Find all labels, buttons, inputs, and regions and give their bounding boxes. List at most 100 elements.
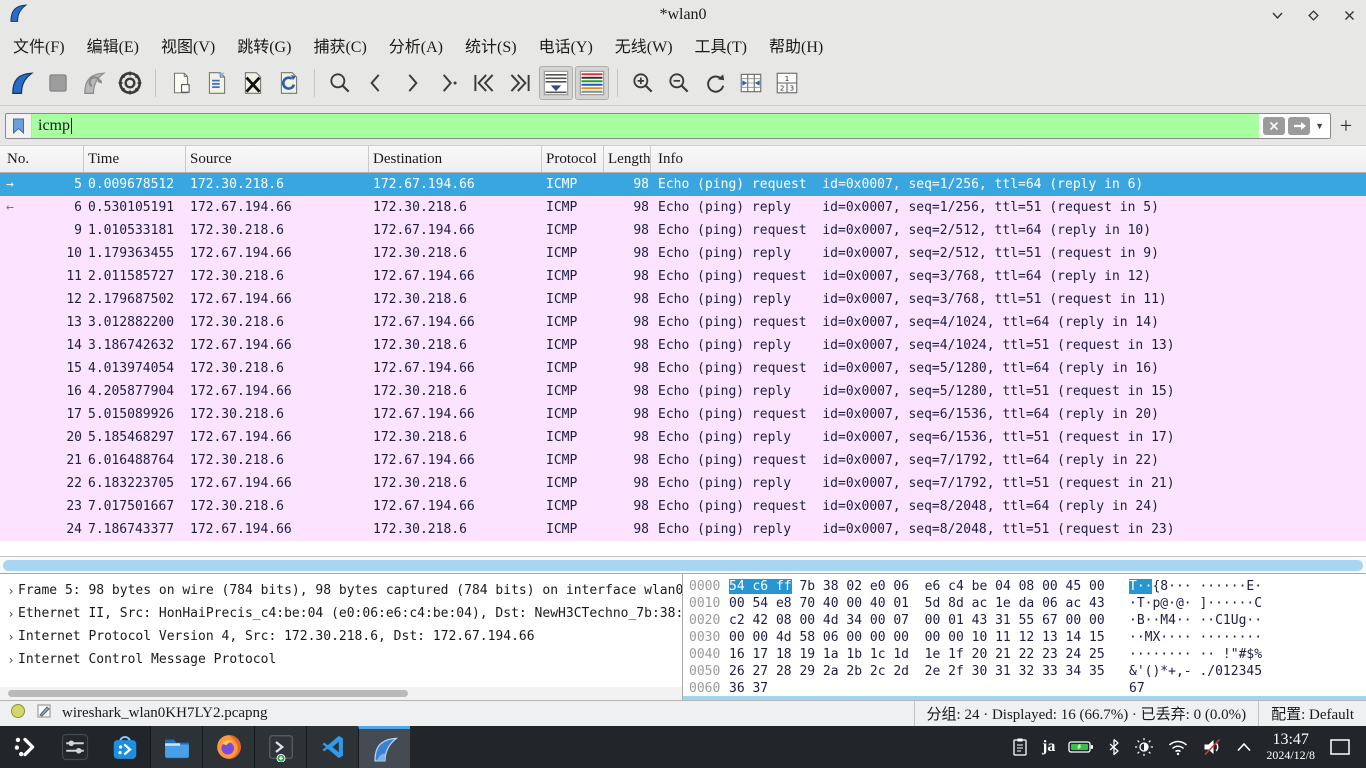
- show-desktop-button[interactable]: [1328, 738, 1352, 756]
- wifi-icon[interactable]: [1167, 738, 1189, 756]
- volume-muted-icon[interactable]: [1202, 738, 1222, 756]
- menu-item-6[interactable]: 统计(S): [454, 30, 528, 60]
- packet-list-hscrollbar[interactable]: [0, 556, 1366, 573]
- go-back-button[interactable]: [359, 66, 393, 100]
- packet-row-17[interactable]: 175.015089926172.30.218.6172.67.194.66IC…: [0, 403, 1366, 426]
- detail-line-2[interactable]: ›Internet Protocol Version 4, Src: 172.3…: [0, 625, 682, 648]
- menu-item-9[interactable]: 工具(T): [684, 30, 758, 60]
- control-center-button[interactable]: [50, 726, 100, 768]
- find-packet-button[interactable]: [323, 66, 357, 100]
- hex-row-0020[interactable]: 0020c2 42 08 00 4d 34 00 07 00 01 43 31 …: [683, 612, 1366, 629]
- resize-columns-button[interactable]: [734, 66, 768, 100]
- capture-options-button[interactable]: [113, 66, 147, 100]
- go-first-packet-button[interactable]: [467, 66, 501, 100]
- file-manager-button[interactable]: [150, 726, 202, 768]
- scrollbar-thumb[interactable]: [3, 560, 1363, 571]
- scrollbar-thumb[interactable]: [8, 690, 408, 697]
- menu-item-4[interactable]: 捕获(C): [302, 30, 377, 60]
- hex-row-0050[interactable]: 005026 27 28 29 2a 2b 2c 2d 2e 2f 30 31 …: [683, 663, 1366, 680]
- packet-row-24[interactable]: 247.186743377172.67.194.66172.30.218.6IC…: [0, 518, 1366, 541]
- colorize-toggle-button[interactable]: [575, 66, 609, 100]
- packet-row-6[interactable]: ←60.530105191172.67.194.66172.30.218.6IC…: [0, 196, 1366, 219]
- detail-line-3[interactable]: ›Internet Control Message Protocol: [0, 648, 682, 671]
- details-hscrollbar[interactable]: [0, 687, 682, 700]
- filter-apply-button[interactable]: [1288, 117, 1310, 135]
- menu-item-10[interactable]: 帮助(H): [758, 30, 834, 60]
- close-button[interactable]: [1338, 4, 1360, 26]
- hex-row-0010[interactable]: 001000 54 e8 70 40 00 40 01 5d 8d ac 1e …: [683, 595, 1366, 612]
- layout-chooser-button[interactable]: 123: [770, 66, 804, 100]
- menu-item-5[interactable]: 分析(A): [378, 30, 454, 60]
- display-filter-input[interactable]: icmp ▼: [5, 113, 1331, 139]
- start-capture-button[interactable]: [5, 66, 39, 100]
- packet-row-23[interactable]: 237.017501667172.30.218.6172.67.194.66IC…: [0, 495, 1366, 518]
- launcher-button[interactable]: [0, 726, 50, 768]
- brightness-icon[interactable]: [1134, 737, 1154, 757]
- column-header-destination[interactable]: Destination: [369, 146, 542, 172]
- expand-chevron-icon[interactable]: ›: [4, 653, 18, 667]
- go-forward-button[interactable]: [395, 66, 429, 100]
- expert-info-icon[interactable]: [10, 703, 26, 724]
- autoscroll-toggle-button[interactable]: [539, 66, 573, 100]
- maximize-button[interactable]: [1302, 4, 1324, 26]
- packet-row-12[interactable]: 122.179687502172.67.194.66172.30.218.6IC…: [0, 288, 1366, 311]
- hex-row-0030[interactable]: 003000 00 4d 58 06 00 00 00 00 00 10 11 …: [683, 629, 1366, 646]
- zoom-reset-button[interactable]: [698, 66, 732, 100]
- menu-item-0[interactable]: 文件(F): [2, 30, 76, 60]
- filter-add-button[interactable]: +: [1331, 113, 1361, 139]
- filter-clear-button[interactable]: [1263, 117, 1285, 135]
- bytes-hscrollbar[interactable]: [683, 696, 1366, 700]
- packet-row-9[interactable]: 91.010533181172.30.218.6172.67.194.66ICM…: [0, 219, 1366, 242]
- detail-line-1[interactable]: ›Ethernet II, Src: HonHaiPrecis_c4:be:04…: [0, 602, 682, 625]
- expand-chevron-icon[interactable]: ›: [4, 630, 18, 644]
- menu-item-2[interactable]: 视图(V): [150, 30, 226, 60]
- packet-row-21[interactable]: 216.016488764172.30.218.6172.67.194.66IC…: [0, 449, 1366, 472]
- go-to-packet-button[interactable]: [431, 66, 465, 100]
- hex-row-0040[interactable]: 004016 17 18 19 1a 1b 1c 1d 1e 1f 20 21 …: [683, 646, 1366, 663]
- clipboard-icon[interactable]: [1011, 737, 1029, 757]
- battery-icon[interactable]: [1068, 739, 1094, 755]
- firefox-button[interactable]: [202, 726, 254, 768]
- packet-row-20[interactable]: 205.185468297172.67.194.66172.30.218.6IC…: [0, 426, 1366, 449]
- close-file-button[interactable]: [236, 66, 270, 100]
- menu-item-8[interactable]: 无线(W): [604, 30, 684, 60]
- packet-row-16[interactable]: 164.205877904172.67.194.66172.30.218.6IC…: [0, 380, 1366, 403]
- column-header-source[interactable]: Source: [186, 146, 369, 172]
- column-header-no[interactable]: No.: [0, 146, 84, 172]
- filter-bookmark-icon[interactable]: [6, 114, 32, 138]
- taskbar-clock[interactable]: 13:47 2024/12/8: [1266, 732, 1315, 761]
- vscode-button[interactable]: [306, 726, 358, 768]
- column-header-time[interactable]: Time: [84, 146, 186, 172]
- expand-chevron-icon[interactable]: ›: [4, 584, 18, 598]
- detail-line-0[interactable]: ›Frame 5: 98 bytes on wire (784 bits), 9…: [0, 579, 682, 602]
- packet-row-5[interactable]: →50.009678512172.30.218.6172.67.194.66IC…: [0, 173, 1366, 196]
- column-header-protocol[interactable]: Protocol: [542, 146, 604, 172]
- open-file-button[interactable]: [164, 66, 198, 100]
- packet-row-13[interactable]: 133.012882200172.30.218.6172.67.194.66IC…: [0, 311, 1366, 334]
- profile-selector[interactable]: 配置: Default: [1258, 701, 1366, 726]
- input-method-indicator[interactable]: ja: [1042, 738, 1055, 756]
- restart-capture-button[interactable]: [77, 66, 111, 100]
- app-store-button[interactable]: [100, 726, 150, 768]
- bluetooth-icon[interactable]: [1107, 738, 1121, 756]
- hex-row-0000[interactable]: 000054 c6 ff 7b 38 02 e0 06 e6 c4 be 04 …: [683, 578, 1366, 595]
- tray-expand-chevron-icon[interactable]: [1235, 740, 1253, 754]
- filter-value[interactable]: icmp: [32, 114, 1259, 138]
- packet-row-22[interactable]: 226.183223705172.67.194.66172.30.218.6IC…: [0, 472, 1366, 495]
- column-header-info[interactable]: Info: [651, 146, 1366, 172]
- expand-chevron-icon[interactable]: ›: [4, 607, 18, 621]
- save-file-button[interactable]: [200, 66, 234, 100]
- packet-row-14[interactable]: 143.186742632172.67.194.66172.30.218.6IC…: [0, 334, 1366, 357]
- menu-item-7[interactable]: 电话(Y): [528, 30, 604, 60]
- column-header-length[interactable]: Length: [604, 146, 651, 172]
- capture-comment-icon[interactable]: [36, 703, 52, 724]
- minimize-button[interactable]: [1266, 4, 1288, 26]
- hex-row-0060[interactable]: 006036 3767: [683, 680, 1366, 697]
- go-last-packet-button[interactable]: [503, 66, 537, 100]
- stop-capture-button[interactable]: [41, 66, 75, 100]
- zoom-out-button[interactable]: [662, 66, 696, 100]
- reload-file-button[interactable]: [272, 66, 306, 100]
- packet-row-15[interactable]: 154.013974054172.30.218.6172.67.194.66IC…: [0, 357, 1366, 380]
- wireshark-task-button[interactable]: [358, 726, 410, 768]
- menu-item-3[interactable]: 跳转(G): [226, 30, 302, 60]
